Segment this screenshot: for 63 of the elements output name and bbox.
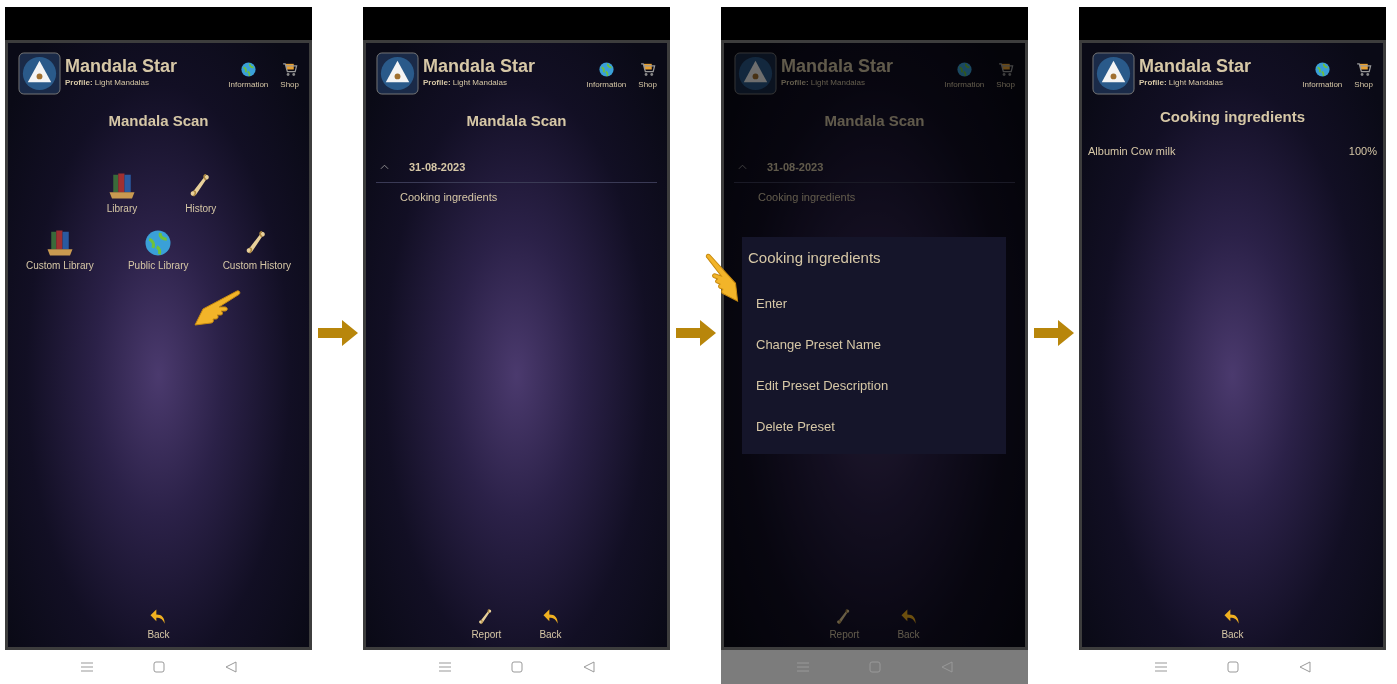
bottom-action[interactable]: Report — [471, 607, 502, 642]
menu-item[interactable]: Custom Library — [26, 227, 94, 273]
screen-title: Cooking ingredients — [1159, 107, 1306, 127]
app-title: Mandala Star — [65, 55, 178, 77]
app-logo-icon — [376, 52, 419, 95]
home-icon — [510, 661, 523, 673]
globe-icon — [1313, 61, 1331, 78]
date-group-header[interactable]: 31-08-2023 — [376, 152, 657, 183]
globe-icon — [239, 61, 257, 78]
screen-title: Mandala Scan — [107, 111, 210, 131]
header-action[interactable]: Information — [228, 61, 269, 90]
home-icon — [1226, 661, 1239, 673]
globe-icon — [597, 61, 615, 78]
ingredient-percent: 100% — [1348, 143, 1377, 159]
header-action[interactable]: Shop — [1354, 61, 1373, 90]
cart-icon — [281, 61, 299, 78]
chevron-icon — [380, 164, 389, 170]
app-title: Mandala Star — [1139, 55, 1252, 77]
dialog-option[interactable]: Enter — [748, 283, 1000, 325]
screen-title: Mandala Scan — [465, 111, 568, 131]
header-action[interactable]: Shop — [280, 61, 299, 90]
profile-label: Profile: Light Mandalas — [781, 77, 867, 89]
back-icon — [940, 661, 953, 673]
ingredient-name: Albumin Cow milk — [1088, 143, 1176, 159]
menu-icon — [1154, 661, 1167, 673]
dialog-option[interactable]: Edit Preset Description — [748, 365, 1000, 407]
menu-item[interactable]: Public Library — [127, 227, 189, 273]
back-icon — [1298, 661, 1311, 673]
menu-icon — [80, 661, 93, 673]
header-action[interactable]: Shop — [638, 61, 657, 90]
app-logo-icon — [1092, 52, 1135, 95]
menu-item[interactable]: History — [185, 170, 217, 216]
menu-item[interactable]: Custom History — [222, 227, 291, 273]
bottom-action[interactable]: Back — [539, 607, 562, 642]
cart-icon — [639, 61, 657, 78]
menu-item[interactable]: Library — [106, 170, 138, 216]
bottom-action[interactable]: Back — [1221, 607, 1244, 642]
app-logo-icon — [734, 52, 777, 95]
screen-title: Mandala Scan — [823, 111, 926, 131]
chevron-icon — [738, 164, 747, 170]
dialog-title: Cooking ingredients — [748, 248, 882, 268]
home-icon — [152, 661, 165, 673]
arrow-icon — [1033, 320, 1074, 346]
cart-icon — [1355, 61, 1373, 78]
dialog-option[interactable]: Delete Preset — [748, 406, 1000, 448]
arrow-icon — [675, 320, 716, 346]
profile-label: Profile: Light Mandalas — [1139, 77, 1225, 89]
arrow-icon — [317, 320, 358, 346]
app-logo-icon — [18, 52, 61, 95]
header-action[interactable]: Information — [1302, 61, 1343, 90]
preset-item[interactable]: Cooking ingredients — [376, 182, 657, 205]
back-icon — [224, 661, 237, 673]
globe-icon — [955, 61, 973, 78]
header-action[interactable]: Information — [586, 61, 627, 90]
cart-icon — [997, 61, 1015, 78]
back-icon — [582, 661, 595, 673]
bottom-action[interactable]: Back — [147, 607, 170, 642]
dialog-option[interactable]: Change Preset Name — [748, 324, 1000, 366]
menu-icon — [438, 661, 451, 673]
profile-label: Profile: Light Mandalas — [65, 77, 151, 89]
app-title: Mandala Star — [423, 55, 536, 77]
app-title: Mandala Star — [781, 55, 894, 77]
profile-label: Profile: Light Mandalas — [423, 77, 509, 89]
